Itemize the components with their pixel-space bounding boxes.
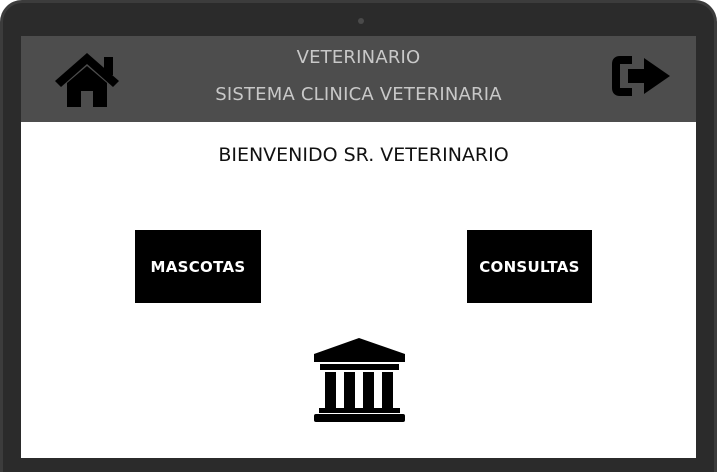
consultas-button[interactable]: CONSULTAS — [467, 230, 592, 303]
app-screen: VETERINARIO SISTEMA CLINICA VETERINARIA … — [21, 36, 696, 458]
sign-out-icon[interactable] — [610, 52, 672, 100]
header-bar: VETERINARIO SISTEMA CLINICA VETERINARIA — [21, 36, 696, 122]
institution-icon — [314, 338, 405, 422]
welcome-message: BIENVENIDO SR. VETERINARIO — [218, 144, 509, 166]
camera-dot — [358, 18, 364, 24]
app-subtitle: SISTEMA CLINICA VETERINARIA — [215, 84, 502, 105]
app-title: VETERINARIO — [296, 47, 421, 68]
mascotas-button[interactable]: MASCOTAS — [135, 230, 261, 303]
